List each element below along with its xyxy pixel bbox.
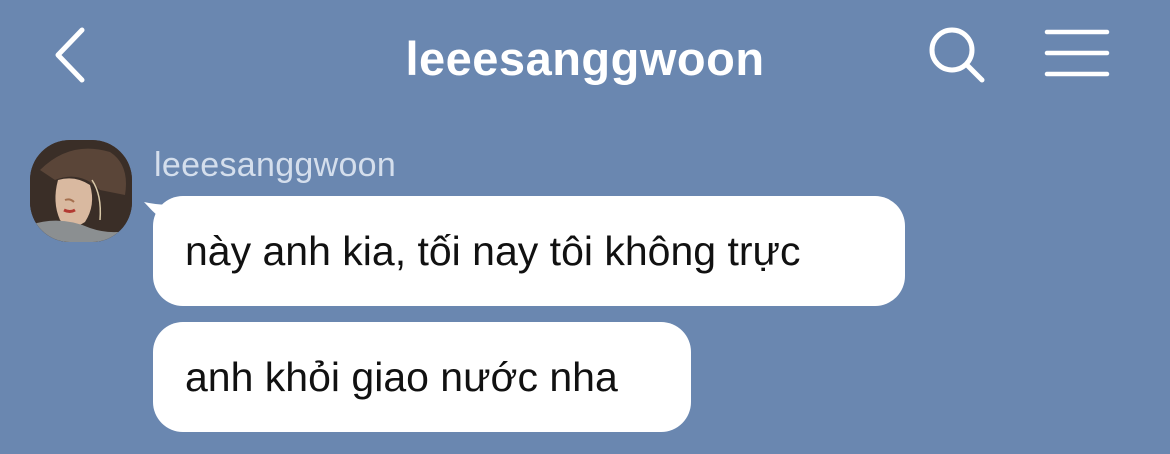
chat-header: leeesanggwoon — [0, 0, 1170, 120]
chat-title: leeesanggwoon — [405, 32, 765, 85]
message-text: anh khỏi giao nước nha — [185, 354, 618, 400]
back-button[interactable] — [44, 20, 104, 90]
message-text: này anh kia, tối nay tôi không trực — [185, 228, 801, 274]
chevron-left-icon — [55, 27, 85, 83]
message-bubble[interactable]: anh khỏi giao nước nha — [153, 322, 691, 432]
menu-button[interactable] — [1042, 26, 1112, 82]
search-button[interactable] — [922, 22, 992, 88]
search-icon — [929, 27, 985, 83]
message-bubble[interactable]: này anh kia, tối nay tôi không trực — [153, 196, 905, 306]
avatar-photo — [30, 140, 132, 242]
avatar[interactable] — [30, 140, 132, 242]
hamburger-menu-icon — [1044, 29, 1110, 77]
sender-name: leeesanggwoon — [154, 146, 397, 184]
